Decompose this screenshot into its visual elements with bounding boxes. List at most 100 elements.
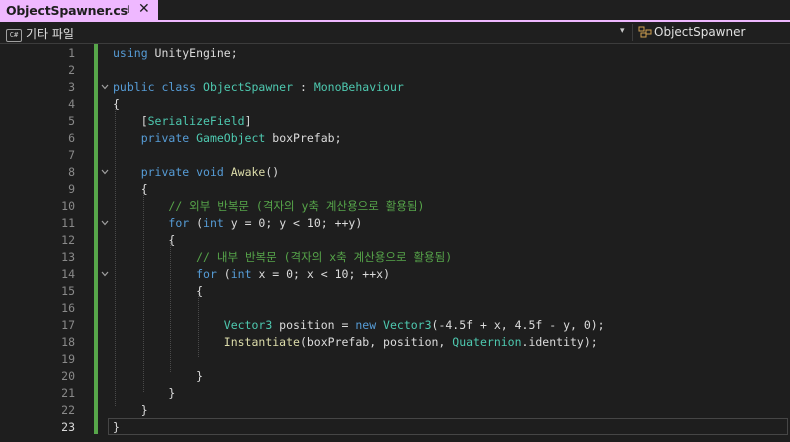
code-line[interactable]: 11 for (int y = 0; y < 10; ++y) [0, 215, 790, 232]
member-dropdown[interactable]: ObjectSpawner [638, 25, 745, 39]
code-token: MonoBehaviour [313, 80, 404, 94]
code-token: boxPrefab; [265, 131, 342, 145]
code-token: .identity); [521, 335, 598, 349]
code-text: Instantiate(boxPrefab, position, Quatern… [113, 334, 598, 351]
code-text: { [113, 181, 148, 198]
code-line[interactable]: 22 } [0, 402, 790, 419]
code-token: } [113, 369, 204, 383]
code-text: } [113, 402, 148, 419]
code-line[interactable]: 8 private void Awake() [0, 164, 790, 181]
code-line[interactable]: 12 { [0, 232, 790, 249]
code-editor[interactable]: 1 using UnityEngine; 2 3 public class Object… [0, 44, 790, 442]
code-token: void [196, 165, 231, 179]
code-token: } [113, 403, 148, 417]
line-number: 21 [61, 386, 75, 400]
line-number: 5 [68, 114, 75, 128]
code-text: public class ObjectSpawner : MonoBehavio… [113, 79, 404, 96]
class-icon [638, 26, 652, 38]
code-token: () [265, 165, 280, 179]
tab-objectspawner[interactable]: ObjectSpawner.cs ⊣ ✕ [0, 0, 158, 22]
code-text: // 외부 반복문 (격자의 y축 계산용으로 활용됨) [113, 198, 424, 215]
code-line[interactable]: 16 [0, 300, 790, 317]
csharp-file-icon: C# [6, 29, 22, 42]
line-number: 23 [61, 420, 75, 434]
code-token: UnityEngine; [154, 46, 238, 60]
code-line[interactable]: 9 { [0, 181, 790, 198]
code-line[interactable]: 1 using UnityEngine; [0, 45, 790, 62]
code-line[interactable]: 18 Instantiate(boxPrefab, position, Quat… [0, 334, 790, 351]
chevron-down-icon[interactable]: ▾ [620, 26, 625, 36]
code-line[interactable]: 5 [SerializeField] [0, 113, 790, 130]
line-number: 9 [68, 182, 75, 196]
code-token: { [113, 284, 204, 298]
code-token: { [113, 97, 120, 111]
line-number: 19 [61, 352, 75, 366]
code-line[interactable]: 10 // 외부 반복문 (격자의 y축 계산용으로 활용됨) [0, 198, 790, 215]
code-token: int [230, 267, 252, 281]
line-number: 6 [68, 131, 75, 145]
code-line[interactable]: 19 [0, 351, 790, 368]
code-token: private [140, 131, 197, 145]
member-label: ObjectSpawner [654, 25, 746, 39]
code-line[interactable]: 14 for (int x = 0; x < 10; ++x) [0, 266, 790, 283]
close-icon[interactable]: ✕ [138, 1, 150, 17]
code-text: // 내부 반복문 (격자의 x축 계산용으로 활용됨) [113, 249, 452, 266]
code-line[interactable]: 15 { [0, 283, 790, 300]
code-text: { [113, 232, 175, 249]
line-number: 12 [61, 233, 75, 247]
line-number: 1 [68, 46, 75, 60]
code-line[interactable]: 3 public class ObjectSpawner : MonoBehavi… [0, 79, 790, 96]
code-token: Quaternion [452, 335, 522, 349]
code-line[interactable]: 20 } [0, 368, 790, 385]
line-number: 18 [61, 335, 75, 349]
code-token: x = 0; x < 10; ++x) [251, 267, 390, 281]
code-token: ObjectSpawner [203, 80, 294, 94]
project-dropdown[interactable]: C# 기타 파일 [6, 25, 74, 42]
code-line[interactable]: 4{ [0, 96, 790, 113]
code-token: Instantiate [223, 335, 300, 349]
code-token: class [161, 80, 204, 94]
code-token: (-4.5f + x, 4.5f - y, 0); [431, 318, 605, 332]
fold-chevron-icon[interactable] [101, 83, 109, 91]
pin-icon[interactable]: ⊣ [120, 3, 130, 16]
code-line[interactable]: 6 private GameObject boxPrefab; [0, 130, 790, 147]
line-number: 15 [61, 284, 75, 298]
code-token: [ [113, 114, 148, 128]
code-token: private [140, 165, 197, 179]
code-text: [SerializeField] [113, 113, 252, 130]
code-text: private void Awake() [113, 164, 280, 181]
code-token: using [113, 46, 155, 60]
code-token: ( [189, 216, 204, 230]
code-token: new [355, 318, 384, 332]
line-number: 2 [68, 63, 75, 77]
tab-title: ObjectSpawner.cs [6, 3, 128, 18]
code-token: : [293, 80, 314, 94]
code-token: int [203, 216, 224, 230]
code-line[interactable]: 7 [0, 147, 790, 164]
code-text: } [113, 385, 175, 402]
nav-divider [632, 24, 633, 41]
project-label: 기타 파일 [26, 27, 74, 41]
fold-chevron-icon[interactable] [101, 270, 109, 278]
line-number: 4 [68, 97, 75, 111]
code-text: Vector3 position = new Vector3(-4.5f + x… [113, 317, 605, 334]
line-number: 11 [61, 216, 75, 230]
code-token: (boxPrefab, position, [299, 335, 453, 349]
code-token: public [113, 80, 162, 94]
code-token: } [113, 386, 176, 400]
fold-chevron-icon[interactable] [101, 219, 109, 227]
code-line[interactable]: 17 Vector3 position = new Vector3(-4.5f … [0, 317, 790, 334]
code-line[interactable]: 13 // 내부 반복문 (격자의 x축 계산용으로 활용됨) [0, 249, 790, 266]
code-line[interactable]: 2 [0, 62, 790, 79]
code-line[interactable]: 23} [0, 419, 790, 436]
fold-chevron-icon[interactable] [101, 168, 109, 176]
code-token: ] [244, 114, 252, 128]
code-line[interactable]: 21 } [0, 385, 790, 402]
code-text: private GameObject boxPrefab; [113, 130, 342, 147]
